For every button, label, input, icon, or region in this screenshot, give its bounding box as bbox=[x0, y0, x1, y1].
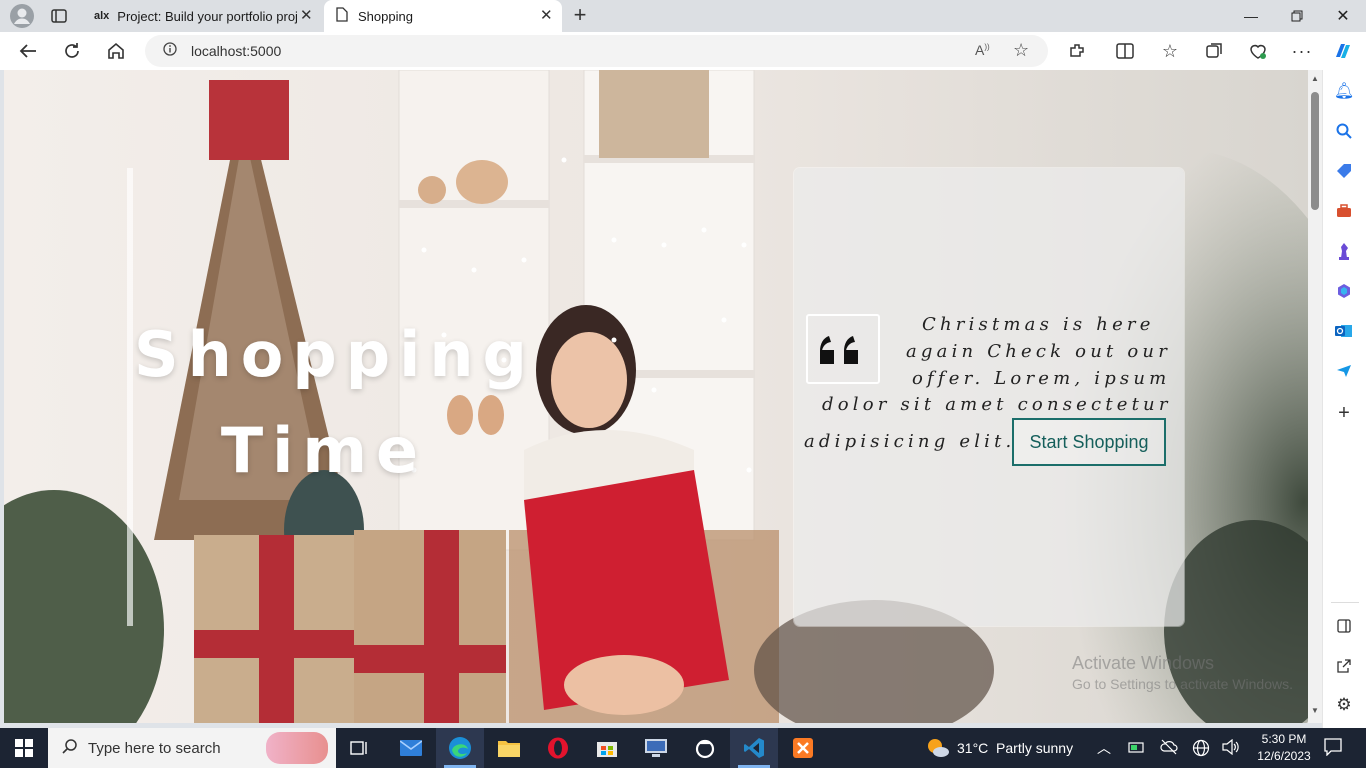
tab-title: Shopping bbox=[358, 8, 413, 24]
tray-battery-icon[interactable] bbox=[1128, 740, 1146, 759]
close-window-icon[interactable]: ✕ bbox=[1320, 0, 1366, 32]
search-icon bbox=[62, 738, 78, 758]
terminal-ring-icon[interactable] bbox=[681, 728, 729, 768]
taskbar-search-box[interactable]: Type here to search bbox=[48, 728, 336, 768]
quote-line: adipisicing elit. bbox=[804, 431, 1016, 452]
open-external-icon[interactable] bbox=[1333, 655, 1355, 677]
quote-line: offer. Lorem, ipsum bbox=[912, 368, 1171, 389]
weather-partly-sunny-icon[interactable] bbox=[926, 737, 950, 764]
notifications-bell-icon[interactable]: 🔔︎ bbox=[1333, 80, 1355, 102]
tab-portfolio-project[interactable]: alx Project: Build your portfolio proje … bbox=[84, 0, 322, 32]
home-icon[interactable] bbox=[103, 38, 129, 64]
quote-mark-icon bbox=[806, 314, 880, 384]
minimize-icon[interactable]: — bbox=[1228, 0, 1274, 32]
browser-tab-strip: alx Project: Build your portfolio proje … bbox=[0, 0, 1366, 32]
close-tab-icon[interactable]: ✕ bbox=[540, 8, 553, 23]
collections-icon[interactable] bbox=[1201, 38, 1227, 64]
site-info-icon[interactable] bbox=[163, 41, 177, 61]
edge-browser-taskbar-icon[interactable] bbox=[436, 728, 484, 768]
address-bar[interactable]: localhost:5000 A)) ☆ bbox=[145, 35, 1048, 67]
read-aloud-icon[interactable]: A)) bbox=[975, 42, 990, 58]
tools-briefcase-icon[interactable] bbox=[1333, 200, 1355, 222]
remote-desktop-icon[interactable] bbox=[632, 728, 680, 768]
page-scrollbar[interactable]: ▲ ▼ bbox=[1308, 70, 1322, 723]
sidebar-divider bbox=[1331, 602, 1359, 603]
copilot-icon[interactable] bbox=[1330, 38, 1356, 64]
clock-date[interactable]: 12/6/2023 bbox=[1256, 749, 1312, 763]
outlook-icon[interactable] bbox=[1333, 320, 1355, 342]
favorite-star-icon[interactable]: ☆ bbox=[1013, 40, 1029, 61]
edge-sidebar: 🔔︎ + ⚙ bbox=[1322, 70, 1366, 728]
page-icon bbox=[336, 7, 348, 25]
vscode-icon[interactable] bbox=[730, 728, 778, 768]
microsoft-365-icon[interactable] bbox=[1333, 280, 1355, 302]
scroll-thumb[interactable] bbox=[1311, 92, 1319, 210]
quote-line: again Check out our bbox=[906, 341, 1172, 362]
scroll-down-icon[interactable]: ▼ bbox=[1311, 706, 1319, 715]
quote-line: Christmas is here bbox=[922, 314, 1155, 335]
url-text: localhost:5000 bbox=[191, 43, 282, 59]
start-shopping-button[interactable]: Start Shopping bbox=[1012, 418, 1166, 466]
windows-start-icon[interactable] bbox=[0, 728, 48, 768]
add-sidebar-app-icon[interactable]: + bbox=[1333, 402, 1355, 424]
tray-volume-icon[interactable] bbox=[1222, 738, 1240, 760]
shopping-tag-icon[interactable] bbox=[1333, 160, 1355, 182]
alx-logo-icon: alx bbox=[94, 10, 110, 22]
hero-title-line2: Time bbox=[220, 414, 428, 487]
microsoft-store-icon[interactable] bbox=[583, 728, 631, 768]
tray-cloud-off-icon[interactable] bbox=[1160, 739, 1178, 760]
split-screen-icon[interactable] bbox=[1112, 38, 1138, 64]
sidebar-settings-gear-icon[interactable]: ⚙ bbox=[1333, 694, 1355, 716]
notification-center-icon[interactable] bbox=[1324, 738, 1342, 761]
tab-actions-icon[interactable] bbox=[50, 7, 70, 25]
clock-time[interactable]: 5:30 PM bbox=[1256, 732, 1312, 746]
close-tab-icon[interactable]: ✕ bbox=[300, 8, 313, 23]
activate-windows-subtitle: Go to Settings to activate Windows. bbox=[1072, 676, 1293, 692]
xampp-icon[interactable] bbox=[779, 728, 827, 768]
new-tab-icon[interactable]: + bbox=[568, 4, 592, 28]
hero-title-line1: Shopping bbox=[134, 318, 536, 391]
tab-title: Project: Build your portfolio proje bbox=[117, 8, 298, 24]
favorites-icon[interactable]: ☆ bbox=[1157, 38, 1183, 64]
mail-icon[interactable] bbox=[387, 728, 435, 768]
quote-line: dolor sit amet consectetur bbox=[822, 394, 1172, 415]
scroll-up-icon[interactable]: ▲ bbox=[1311, 74, 1319, 83]
windows-taskbar: Type here to search 31°C Partly sunny ︿ bbox=[0, 728, 1366, 768]
more-options-icon[interactable]: ··· bbox=[1289, 38, 1315, 64]
restore-icon[interactable] bbox=[1274, 0, 1320, 32]
games-chess-icon[interactable] bbox=[1333, 240, 1355, 262]
search-highlight-axolotl-icon bbox=[266, 732, 328, 764]
send-drop-icon[interactable] bbox=[1333, 360, 1355, 382]
profile-avatar-icon[interactable] bbox=[8, 3, 36, 29]
browser-essentials-icon[interactable] bbox=[1245, 38, 1271, 64]
weather-text[interactable]: 31°C Partly sunny bbox=[957, 740, 1073, 756]
search-icon[interactable] bbox=[1333, 120, 1355, 142]
file-explorer-icon[interactable] bbox=[485, 728, 533, 768]
page-viewport: Shopping Time Christmas is here again Ch… bbox=[4, 70, 1308, 723]
refresh-icon[interactable] bbox=[59, 38, 85, 64]
hide-sidebar-icon[interactable] bbox=[1333, 615, 1355, 637]
tray-network-globe-icon[interactable] bbox=[1192, 739, 1210, 762]
tab-shopping[interactable]: Shopping ✕ bbox=[324, 0, 562, 32]
opera-browser-icon[interactable] bbox=[534, 728, 582, 768]
browser-toolbar: localhost:5000 A)) ☆ ☆ ··· bbox=[0, 32, 1366, 70]
extensions-icon[interactable] bbox=[1064, 38, 1090, 64]
promo-card: Christmas is here again Check out our of… bbox=[794, 168, 1184, 626]
tray-chevron-up-icon[interactable]: ︿ bbox=[1097, 738, 1111, 758]
task-view-icon[interactable] bbox=[336, 728, 384, 768]
left-accent-bar bbox=[127, 168, 133, 626]
activate-windows-title: Activate Windows bbox=[1072, 653, 1215, 673]
search-placeholder: Type here to search bbox=[88, 739, 221, 757]
back-icon[interactable] bbox=[15, 38, 41, 64]
